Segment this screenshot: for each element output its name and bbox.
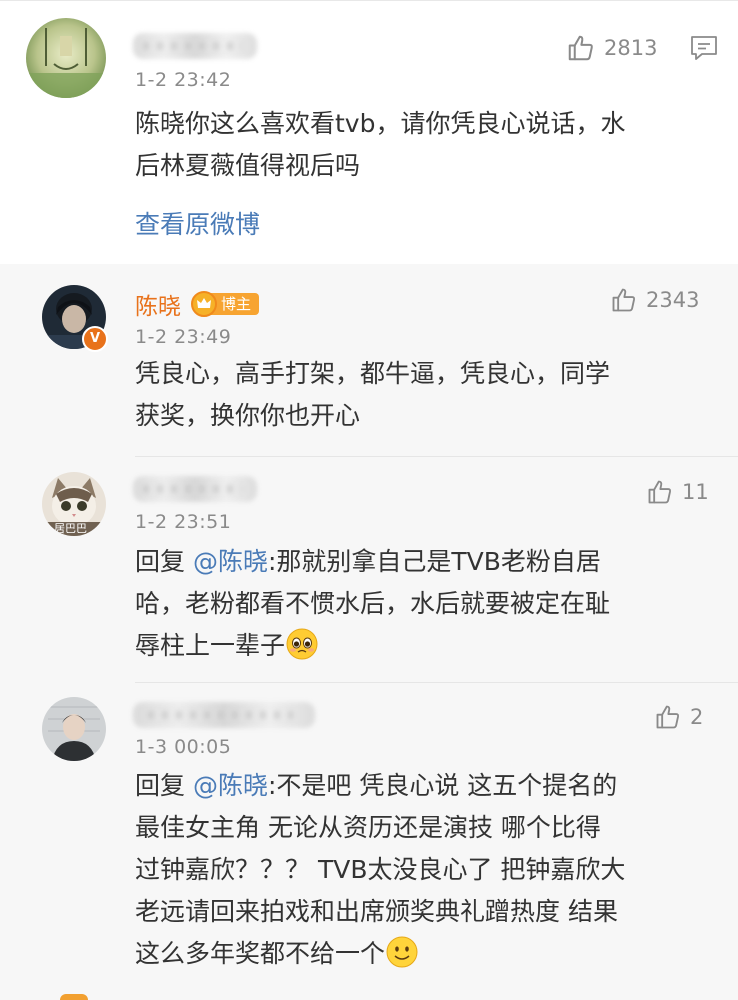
reply-3-text-line-1: 回复 @陈晓:不是吧 凭良心说 这五个提名的	[135, 764, 617, 808]
top-comment-time: 1-2 23:42	[135, 69, 232, 91]
top-comment-text-line-2: 后林夏薇值得视后吗	[135, 151, 361, 180]
reply-1-text-line-1: 凭良心，高手打架，都牛逼，凭良心，同学	[135, 359, 611, 388]
mention-link[interactable]: @陈晓	[193, 771, 268, 800]
thumbs-up-icon	[648, 480, 672, 504]
thumbs-up-icon	[656, 705, 680, 729]
reply-3-text-line-5: 这么多年奖都不给一个	[135, 932, 419, 976]
reply-1-username[interactable]: 陈晓	[135, 287, 181, 321]
top-comment-like-button[interactable]: 2813	[566, 33, 657, 63]
reply-1-time: 1-2 23:49	[135, 326, 232, 348]
reply-2-avatar-caption: 居巴巴	[54, 522, 87, 535]
top-comment-text-line-1: 陈晓你这么喜欢看tvb，请你凭良心说话，水	[135, 109, 626, 138]
verified-icon: V	[82, 326, 108, 352]
reply-prefix: 回复	[135, 547, 186, 576]
reply-3-username[interactable]	[133, 702, 315, 728]
reply-prefix: 回复	[135, 771, 186, 800]
reply-2-like-button[interactable]: 11	[646, 478, 709, 506]
reply-3-text: :不是吧 凭良心说 这五个提名的	[267, 771, 618, 800]
reply-3-avatar[interactable]	[42, 697, 106, 761]
reply-2-text-line-1: 回复 @陈晓:那就别拿自己是TVB老粉自居	[135, 540, 601, 584]
mention-link[interactable]: @陈晓	[193, 547, 268, 576]
reply-2-like-count: 11	[682, 480, 709, 504]
author-badge: 博主	[191, 291, 260, 317]
reply-2-avatar[interactable]: 居巴巴	[42, 472, 106, 536]
reply-1-like-count: 2343	[646, 288, 700, 312]
reply-1-text-line-2: 获奖，换你你也开心	[135, 401, 361, 430]
reply-2-text-line-2: 哈，老粉都看不惯水后，水后就要被定在耻	[135, 589, 611, 618]
view-original-post-link[interactable]: 查看原微博	[135, 205, 260, 241]
divider	[135, 456, 738, 457]
reply-2-text: :那就别拿自己是TVB老粉自居	[267, 547, 601, 576]
next-comment-avatar-edge	[60, 994, 88, 1000]
emoji-pleading-icon	[285, 627, 319, 661]
thumbs-up-icon	[568, 35, 593, 61]
crown-icon	[191, 291, 217, 317]
thumbs-up-icon	[612, 288, 636, 312]
reply-3-text-line-2: 最佳女主角 无论从资历还是演技 哪个比得	[135, 813, 601, 842]
reply-3-time: 1-3 00:05	[135, 736, 232, 758]
emoji-smile-icon	[385, 935, 419, 969]
top-comment-username[interactable]	[133, 33, 257, 59]
top-comment-like-count: 2813	[604, 36, 658, 60]
top-comment-avatar[interactable]	[26, 18, 106, 98]
divider	[135, 682, 738, 683]
reply-2-username[interactable]	[133, 476, 257, 502]
top-comment: 1-2 23:42 2813 陈晓你这么喜欢看tvb，请你凭良心说话，水 后林夏…	[0, 0, 738, 265]
reply-3-text-line-4: 老远请回来拍戏和出席颁奖典礼蹭热度 结果	[135, 897, 618, 926]
author-badge-label: 博主	[211, 293, 260, 315]
reply-2-text-line-3: 辱柱上一辈子	[135, 624, 319, 668]
reply-3-like-button[interactable]: 2	[654, 703, 703, 731]
reply-3-text-line-3: 过钟嘉欣？？？ TVB太没良心了 把钟嘉欣大	[135, 855, 626, 884]
reply-icon[interactable]	[690, 35, 718, 65]
reply-2-time: 1-2 23:51	[135, 511, 232, 533]
reply-3-like-count: 2	[690, 705, 704, 729]
reply-1-like-button[interactable]: 2343	[610, 286, 699, 314]
